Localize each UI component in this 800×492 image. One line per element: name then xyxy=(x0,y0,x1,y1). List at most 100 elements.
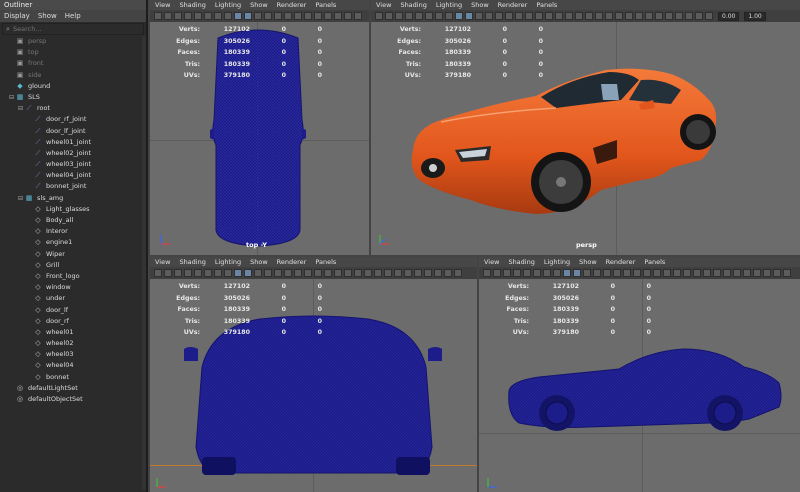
hud-col2: 0 xyxy=(610,306,615,313)
hud-col2: 0 xyxy=(502,37,507,45)
joint-icon: ⟋ xyxy=(35,137,41,146)
expand-toggle-icon[interactable]: ⊟ xyxy=(17,103,24,114)
outliner-item[interactable]: ◆ glound xyxy=(0,81,144,92)
outliner-item-label: wheel03 xyxy=(46,350,74,359)
outliner-scrollbar[interactable] xyxy=(142,36,146,490)
hud-col3: 0 xyxy=(317,49,322,56)
hud-values: 127102 xyxy=(223,26,250,33)
outliner-item[interactable]: ▣ persp xyxy=(0,36,144,47)
hud-row: Edges: 305026 0 0 xyxy=(160,36,322,48)
outliner-item[interactable]: ⟋ wheel04_joint xyxy=(0,170,144,181)
mesh-icon: ◇ xyxy=(35,260,41,269)
outliner-item[interactable]: ◇ wheel01 xyxy=(0,327,144,338)
hud-col2: 0 xyxy=(610,317,615,325)
hud-labels: Verts: xyxy=(178,283,200,290)
outliner-item[interactable]: ⊟ ▦ SLS xyxy=(0,92,144,103)
hud-values: 305026 xyxy=(223,294,250,302)
outliner-item-label: under xyxy=(46,294,66,303)
outliner-item-label: Light_glasses xyxy=(46,204,90,213)
outliner-item[interactable]: ⊟ ▦ sls_amg xyxy=(0,193,144,204)
hud-values: 379180 xyxy=(223,72,250,79)
viewport-side[interactable]: View Shading Lighting Show Renderer Panels Ve… xyxy=(479,257,800,492)
hud-values: 379180 xyxy=(552,329,579,336)
outliner-item-label: door_rf_joint xyxy=(46,115,87,124)
outliner-item[interactable]: ◇ Body_all xyxy=(0,215,144,226)
outliner-item-label: wheel02 xyxy=(46,339,74,348)
hud-labels: Verts: xyxy=(507,283,529,290)
outliner-item[interactable]: ◎ defaultLightSet xyxy=(0,383,144,394)
joint-icon: ⟋ xyxy=(35,171,41,180)
hud-row: Tris: 180339 0 0 xyxy=(489,316,651,328)
viewport-front[interactable]: View Shading Lighting Show Renderer Panels Ve… xyxy=(150,257,477,492)
outliner-item[interactable]: ▣ side xyxy=(0,70,144,81)
poly-count-hud: Verts: 127102 0 0 Edges: 305026 0 0 Faces: 180339… xyxy=(381,24,543,82)
outliner-item[interactable]: ◎ defaultObjectSet xyxy=(0,394,144,405)
outliner-item[interactable]: ⟋ wheel02_joint xyxy=(0,148,144,159)
camera-icon: ▣ xyxy=(16,59,24,68)
outliner-item[interactable]: ◇ door_lf xyxy=(0,305,144,316)
hud-row: UVs: 379180 0 0 xyxy=(160,70,322,82)
hud-col3: 0 xyxy=(317,329,322,336)
outliner-item[interactable]: ▣ top xyxy=(0,47,144,58)
outliner-item[interactable]: ◇ wheel04 xyxy=(0,360,144,371)
outliner-panel: Outliner Display Show Help ⌕ ▣persp▣top▣… xyxy=(0,0,148,492)
search-input[interactable] xyxy=(13,25,133,33)
outliner-item[interactable]: ⊟ ⟋ root xyxy=(0,103,144,114)
mesh-icon: ◇ xyxy=(35,305,41,314)
outliner-item[interactable]: ◇ Wiper xyxy=(0,249,144,260)
hud-labels: Verts: xyxy=(399,26,421,33)
outliner-item[interactable]: ◇ bonnet xyxy=(0,372,144,383)
outliner-item[interactable]: ⟋ door_rf_joint xyxy=(0,114,144,125)
geometry-icon: ◆ xyxy=(17,81,23,90)
joint-icon: ⟋ xyxy=(35,115,41,124)
hud-labels: Edges: xyxy=(176,294,200,302)
hud-col2: 0 xyxy=(281,329,286,336)
expand-toggle-icon[interactable]: ⊟ xyxy=(17,193,24,204)
outliner-item[interactable]: ◇ door_rf xyxy=(0,316,144,327)
viewport-top[interactable]: View Shading Lighting Show Renderer Panels Ve… xyxy=(150,0,369,255)
outliner-item[interactable]: ◇ Light_glasses xyxy=(0,204,144,215)
outliner-item[interactable]: ▣ front xyxy=(0,58,144,69)
viewport-persp[interactable]: View Shading Lighting Show Renderer Panels 0.… xyxy=(371,0,800,255)
outliner-item-label: defaultLightSet xyxy=(28,383,78,392)
outliner-item-label: wheel02_joint xyxy=(46,148,92,157)
mesh-icon: ◇ xyxy=(35,339,41,348)
outliner-search: ⌕ xyxy=(2,23,144,35)
outliner-item[interactable]: ◇ Grill xyxy=(0,260,144,271)
outliner-item[interactable]: ◇ wheel02 xyxy=(0,338,144,349)
mesh-icon: ◇ xyxy=(35,271,41,280)
outliner-item[interactable]: ◇ wheel03 xyxy=(0,349,144,360)
hud-row: Tris: 180339 0 0 xyxy=(381,59,543,71)
hud-col2: 0 xyxy=(502,26,507,33)
menu-help[interactable]: Help xyxy=(65,10,81,22)
outliner-item[interactable]: ⟋ wheel03_joint xyxy=(0,159,144,170)
outliner-item[interactable]: ◇ window xyxy=(0,282,144,293)
outliner-item-label: Front_logo xyxy=(46,271,80,280)
outliner-item[interactable]: ⟋ wheel01_joint xyxy=(0,137,144,148)
poly-count-hud: Verts: 127102 0 0 Edges: 305026 0 0 Faces: 180339… xyxy=(489,281,651,339)
hud-col2: 0 xyxy=(281,49,286,56)
hud-values: 180339 xyxy=(444,49,471,56)
hud-labels: UVs: xyxy=(183,329,200,336)
outliner-item[interactable]: ◇ Front_logo xyxy=(0,271,144,282)
outliner-item[interactable]: ◇ under xyxy=(0,293,144,304)
outliner-item[interactable]: ⟋ bonnet_joint xyxy=(0,181,144,192)
hud-labels: Edges: xyxy=(397,37,421,45)
hud-labels: Faces: xyxy=(398,49,421,56)
hud-labels: Tris: xyxy=(513,317,529,325)
menu-display[interactable]: Display xyxy=(4,10,30,22)
hud-labels: Tris: xyxy=(405,60,421,68)
mesh-icon: ◇ xyxy=(35,227,41,236)
outliner-item[interactable]: ⟋ door_lf_joint xyxy=(0,126,144,137)
hud-col3: 0 xyxy=(317,294,322,302)
outliner-item[interactable]: ◇ Interor xyxy=(0,226,144,237)
expand-toggle-icon[interactable]: ⊟ xyxy=(8,92,15,103)
outliner-item-label: wheel01_joint xyxy=(46,137,92,146)
mesh-icon: ◇ xyxy=(35,372,41,381)
hud-labels: Faces: xyxy=(177,306,200,313)
hud-col2: 0 xyxy=(610,283,615,290)
outliner-item-label: defaultObjectSet xyxy=(28,395,83,403)
outliner-item[interactable]: ◇ engine1 xyxy=(0,237,144,248)
hud-row: Faces: 180339 0 0 xyxy=(160,47,322,59)
menu-show[interactable]: Show xyxy=(38,10,57,22)
